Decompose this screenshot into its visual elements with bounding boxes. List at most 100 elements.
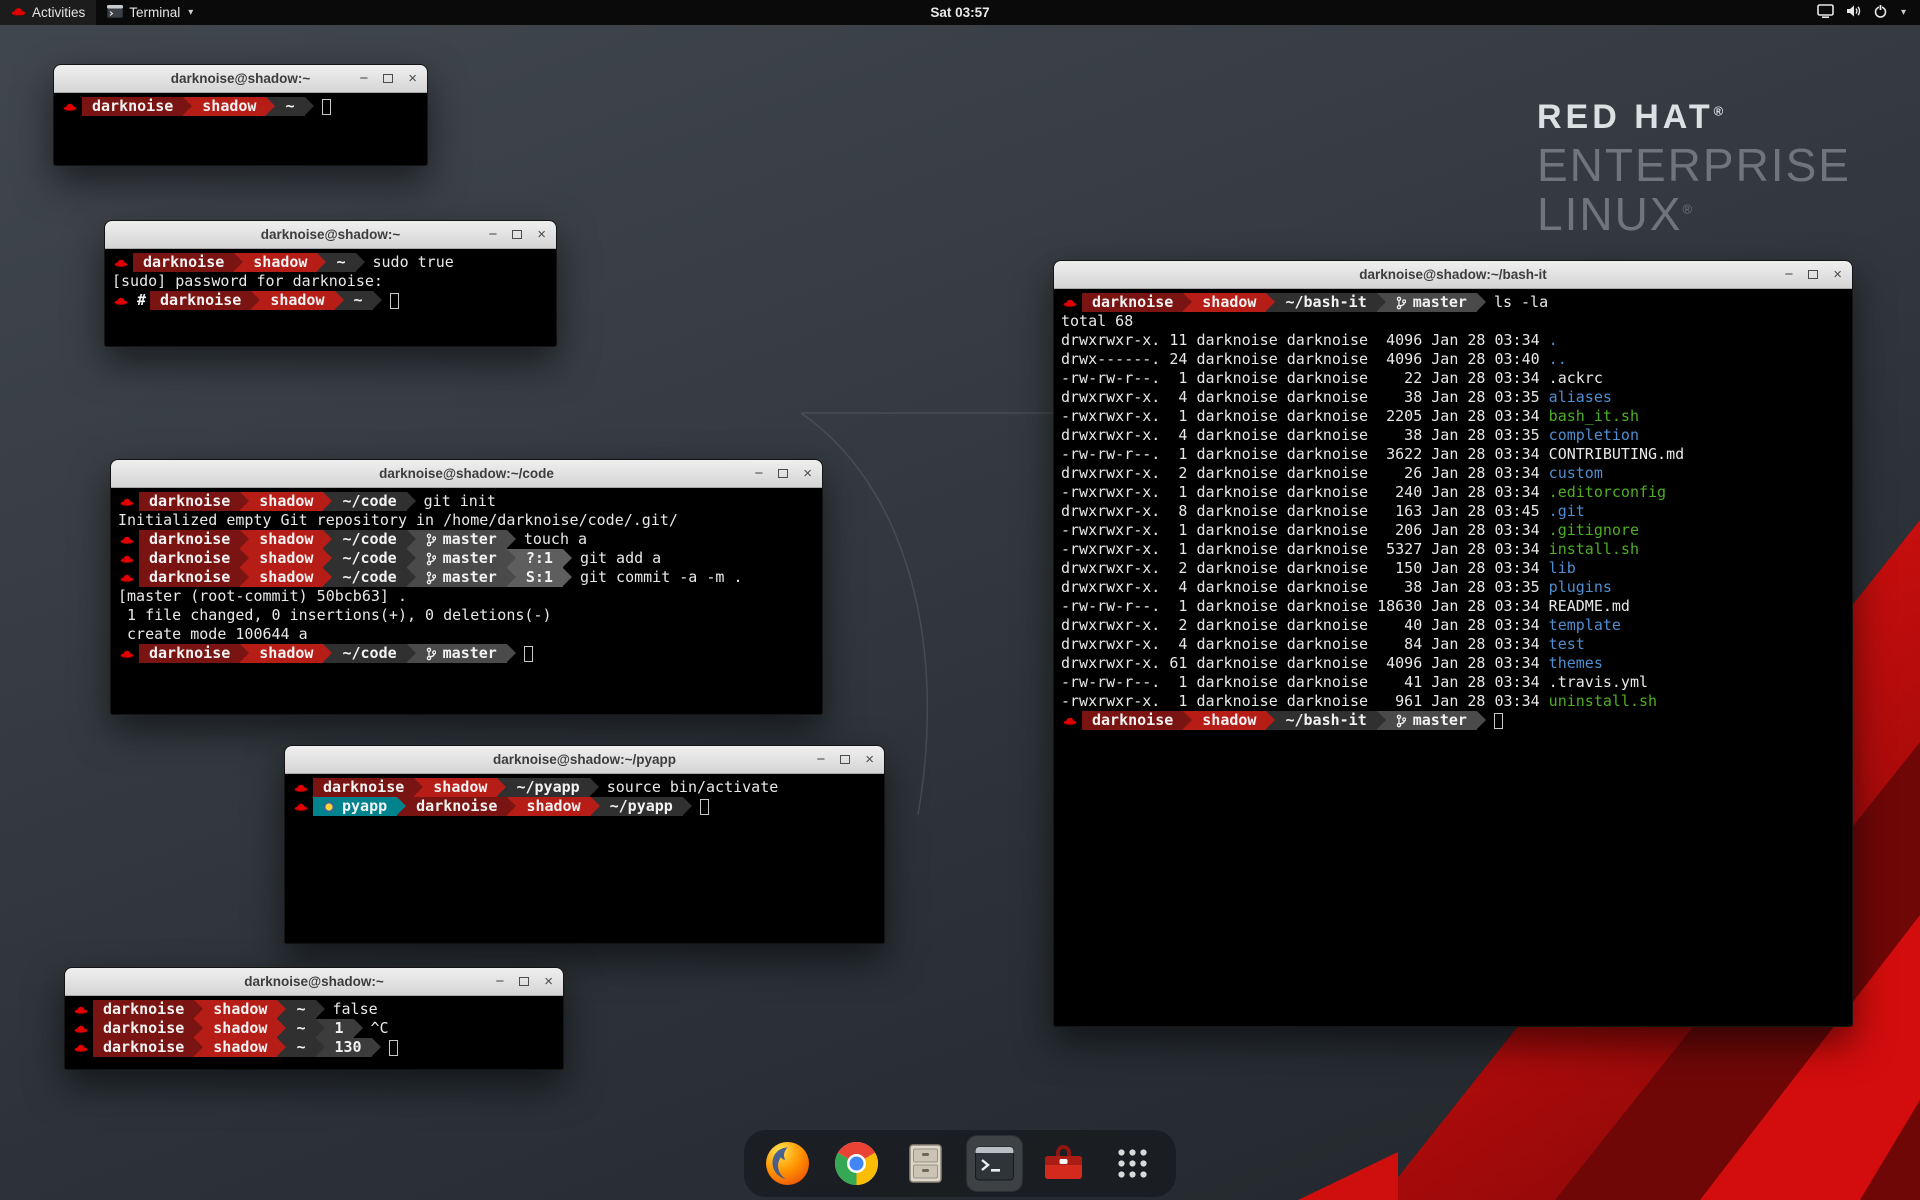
redhat-icon [294,801,308,813]
terminal-icon[interactable] [967,1136,1022,1191]
titlebar[interactable]: darknoise@shadow:~/bash-it − × [1054,261,1852,289]
powerline-separator [316,1000,325,1019]
prompt-host-segment: shadow [423,778,497,797]
powerline-separator [1183,711,1192,730]
close-button[interactable]: × [408,71,417,86]
command-text: git commit -a -m . [580,568,743,587]
terminal-line: -rw-rw-r--. 1 darknoise darknoise 41 Jan… [1058,673,1848,692]
close-button[interactable]: × [544,974,553,989]
terminal-line: drwxrwxr-x. 11 darknoise darknoise 4096 … [1058,331,1848,350]
maximize-button[interactable] [383,71,393,86]
firefox-icon[interactable] [760,1136,815,1191]
terminal-content[interactable]: darknoiseshadow~/codegit initInitialized… [111,488,822,714]
terminal-content[interactable]: darknoiseshadow~/bash-itmasterls -latota… [1054,289,1852,1026]
powerline-separator [277,1038,286,1057]
redhat-icon [120,648,134,660]
output-text: Initialized empty Git repository in /hom… [118,511,678,530]
titlebar[interactable]: darknoise@shadow:~ − × [54,65,427,93]
output-text: -rw-rw-r--. 1 darknoise darknoise 3622 J… [1061,445,1549,464]
titlebar[interactable]: darknoise@shadow:~/code − × [111,460,822,488]
prompt-user-segment: darknoise [82,97,183,116]
titlebar[interactable]: darknoise@shadow:~ − × [105,221,556,249]
caret-down-icon: ▾ [1901,7,1906,18]
maximize-button[interactable] [512,227,522,242]
app-grid-icon[interactable] [1105,1136,1160,1191]
prompt-path-segment: ~/code [332,549,406,568]
desktop: RED HAT® ENTERPRISE LINUX® darknoise@sha… [0,0,1920,1200]
maximize-icon [383,74,393,83]
powerline-separator [1377,293,1386,312]
output-text: install.sh [1549,540,1639,559]
terminal-window-exit-codes: darknoise@shadow:~ − × darknoiseshadow~f… [64,967,564,1070]
output-text: total 68 [1061,312,1133,331]
app-menu-terminal[interactable]: Terminal ▾ [96,0,204,25]
powerline-separator [407,549,416,568]
terminal-content[interactable]: darknoiseshadow~sudo true[sudo] password… [105,249,556,346]
minimize-button[interactable]: − [754,466,763,481]
output-text: -rw-rw-r--. 1 darknoise darknoise 22 Jan… [1061,369,1549,388]
command-text: source bin/activate [607,778,779,797]
titlebar[interactable]: darknoise@shadow:~/pyapp − × [285,746,884,774]
output-text: drwxrwxr-x. 2 darknoise darknoise 40 Jan… [1061,616,1549,635]
titlebar[interactable]: darknoise@shadow:~ − × [65,968,563,996]
terminal-line: darknoiseshadow~/codemaster?:1git add a [115,549,818,568]
terminal-content[interactable]: darknoiseshadow~falsedarknoiseshadow~1^C… [65,996,563,1069]
terminal-line: darknoiseshadow~/codemaster [115,644,818,663]
powerline-separator [335,291,344,310]
terminal-line: drwxrwxr-x. 4 darknoise darknoise 38 Jan… [1058,388,1848,407]
prompt-path-segment: ~ [275,97,304,116]
maximize-button[interactable] [778,466,788,481]
top-bar-left: Activities Terminal ▾ [0,0,204,25]
redhat-icon [11,5,26,21]
terminal-line: drwxrwxr-x. 2 darknoise darknoise 150 Ja… [1058,559,1848,578]
minimize-button[interactable]: − [495,974,504,989]
output-text: test [1549,635,1585,654]
close-button[interactable]: × [865,752,874,767]
maximize-button[interactable] [840,752,850,767]
close-button[interactable]: × [537,227,546,242]
prompt-host-segment: shadow [516,797,590,816]
prompt-user-segment: darknoise [139,492,240,511]
powerline-separator [323,644,332,663]
command-text: ^C [371,1019,389,1038]
terminal-line: pyappdarknoiseshadow~/pyapp [289,797,880,816]
powerline-separator [1477,293,1486,312]
clock[interactable]: Sat 03:57 [930,5,989,20]
output-text: drwx------. 24 darknoise darknoise 4096 … [1061,350,1549,369]
activities-label: Activities [32,5,85,20]
maximize-button[interactable] [519,974,529,989]
output-text: README.md [1549,597,1630,616]
command-text: false [333,1000,378,1019]
terminal-content[interactable]: darknoise shadow ~ [54,93,427,165]
minimize-button[interactable]: − [359,71,368,86]
output-text: drwxrwxr-x. 11 darknoise darknoise 4096 … [1061,331,1549,350]
prompt-host-segment: shadow [249,492,323,511]
minimize-button[interactable]: − [1784,267,1793,282]
maximize-button[interactable] [1808,267,1818,282]
terminal-content[interactable]: darknoiseshadow~/pyappsource bin/activat… [285,774,884,943]
command-text: ls -la [1494,293,1548,312]
minimize-button[interactable]: − [816,752,825,767]
terminal-cursor [1494,713,1503,729]
prompt-path-segment: ~/pyapp [506,778,589,797]
output-text: drwxrwxr-x. 4 darknoise darknoise 38 Jan… [1061,578,1549,597]
system-status-area[interactable]: ▾ [1807,0,1916,25]
prompt-host-segment: shadow [192,97,266,116]
terminal-line: -rwxrwxr-x. 1 darknoise darknoise 206 Ja… [1058,521,1848,540]
output-text: completion [1549,426,1639,445]
minimize-button[interactable]: − [488,227,497,242]
activities-button[interactable]: Activities [0,0,96,25]
close-button[interactable]: × [803,466,812,481]
window-controls: − × [1784,261,1842,288]
prompt-path-segment: ~ [286,1019,315,1038]
chrome-icon[interactable] [829,1136,884,1191]
git-branch-icon [426,647,436,661]
output-text: uninstall.sh [1549,692,1657,711]
close-button[interactable]: × [1833,267,1842,282]
powerline-separator [507,530,516,549]
output-text: drwxrwxr-x. 4 darknoise darknoise 84 Jan… [1061,635,1549,654]
redhat-icon [1063,715,1077,727]
files-icon[interactable] [898,1136,953,1191]
toolbox-icon[interactable] [1036,1136,1091,1191]
prompt-path-segment: ~/pyapp [600,797,683,816]
